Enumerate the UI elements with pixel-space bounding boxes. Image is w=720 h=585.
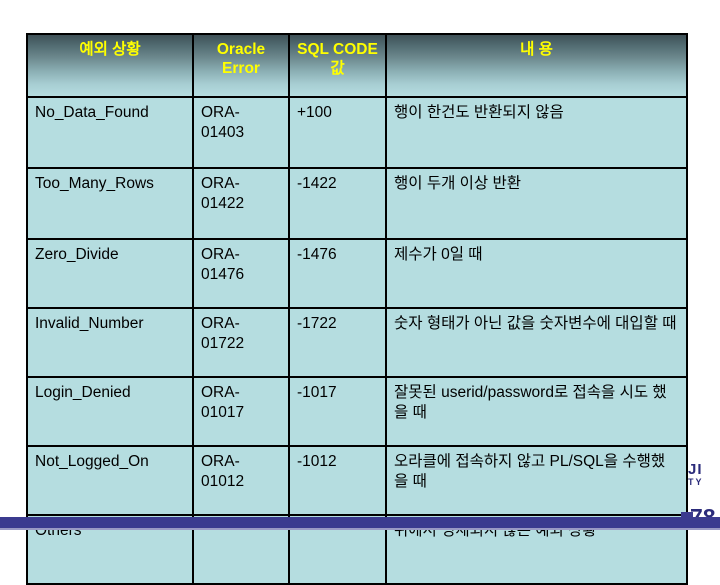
cell-sqlcode: -1722: [288, 307, 387, 378]
column-header-oracle-error: Oracle Error: [192, 33, 290, 98]
column-header-exception: 예외 상황: [26, 33, 194, 98]
bottom-accent-bar: [0, 517, 720, 528]
cell-description: 행이 두개 이상 반환: [385, 167, 688, 240]
cell-description: 잘못된 userid/password로 접속을 시도 했을 때: [385, 376, 688, 447]
logo-line-primary: JI: [688, 461, 703, 478]
cell-exception: Invalid_Number: [26, 307, 194, 378]
table-header-row: 예외 상황 Oracle Error SQL CODE값 내 용: [26, 33, 688, 98]
cell-description: 제수가 0일 때: [385, 238, 688, 309]
university-logo: JI TY: [688, 462, 720, 487]
table-row: Zero_Divide ORA-01476 -1476 제수가 0일 때: [26, 238, 688, 309]
cell-oracle-error: ORA-01017: [192, 376, 290, 447]
table-body: No_Data_Found ORA-01403 +100 행이 한건도 반환되지…: [26, 96, 688, 585]
logo-line-secondary: TY: [688, 477, 704, 487]
slide-canvas: 예외 상황 Oracle Error SQL CODE값 내 용 No_Data…: [0, 0, 720, 585]
oracle-exceptions-table: 예외 상황 Oracle Error SQL CODE값 내 용 No_Data…: [26, 33, 688, 585]
table-row: Too_Many_Rows ORA-01422 -1422 행이 두개 이상 반…: [26, 167, 688, 240]
cell-description: 숫자 형태가 아닌 값을 숫자변수에 대입할 때: [385, 307, 688, 378]
column-header-sqlcode: SQL CODE값: [288, 33, 387, 98]
cell-exception: No_Data_Found: [26, 96, 194, 169]
table-row: No_Data_Found ORA-01403 +100 행이 한건도 반환되지…: [26, 96, 688, 169]
cell-oracle-error: ORA-01476: [192, 238, 290, 309]
cell-exception: Login_Denied: [26, 376, 194, 447]
cell-sqlcode: -1012: [288, 445, 387, 516]
cell-exception: Zero_Divide: [26, 238, 194, 309]
cell-oracle-error: ORA-01012: [192, 445, 290, 516]
cell-oracle-error: ORA-01722: [192, 307, 290, 378]
table-row: Not_Logged_On ORA-01012 -1012 오라클에 접속하지 …: [26, 445, 688, 516]
cell-sqlcode: +100: [288, 96, 387, 169]
cell-oracle-error: ORA-01422: [192, 167, 290, 240]
cell-description: 오라클에 접속하지 않고 PL/SQL을 수행했을 때: [385, 445, 688, 516]
cell-sqlcode: -1017: [288, 376, 387, 447]
cell-sqlcode: -1422: [288, 167, 387, 240]
table-row: Login_Denied ORA-01017 -1017 잘못된 userid/…: [26, 376, 688, 447]
table-row: Invalid_Number ORA-01722 -1722 숫자 형태가 아닌…: [26, 307, 688, 378]
bottom-accent-bar-shadow: [0, 528, 720, 530]
cell-oracle-error: ORA-01403: [192, 96, 290, 169]
cell-sqlcode: -1476: [288, 238, 387, 309]
column-header-description: 내 용: [385, 33, 688, 98]
cell-description: 행이 한건도 반환되지 않음: [385, 96, 688, 169]
cell-exception: Not_Logged_On: [26, 445, 194, 516]
cell-exception: Too_Many_Rows: [26, 167, 194, 240]
